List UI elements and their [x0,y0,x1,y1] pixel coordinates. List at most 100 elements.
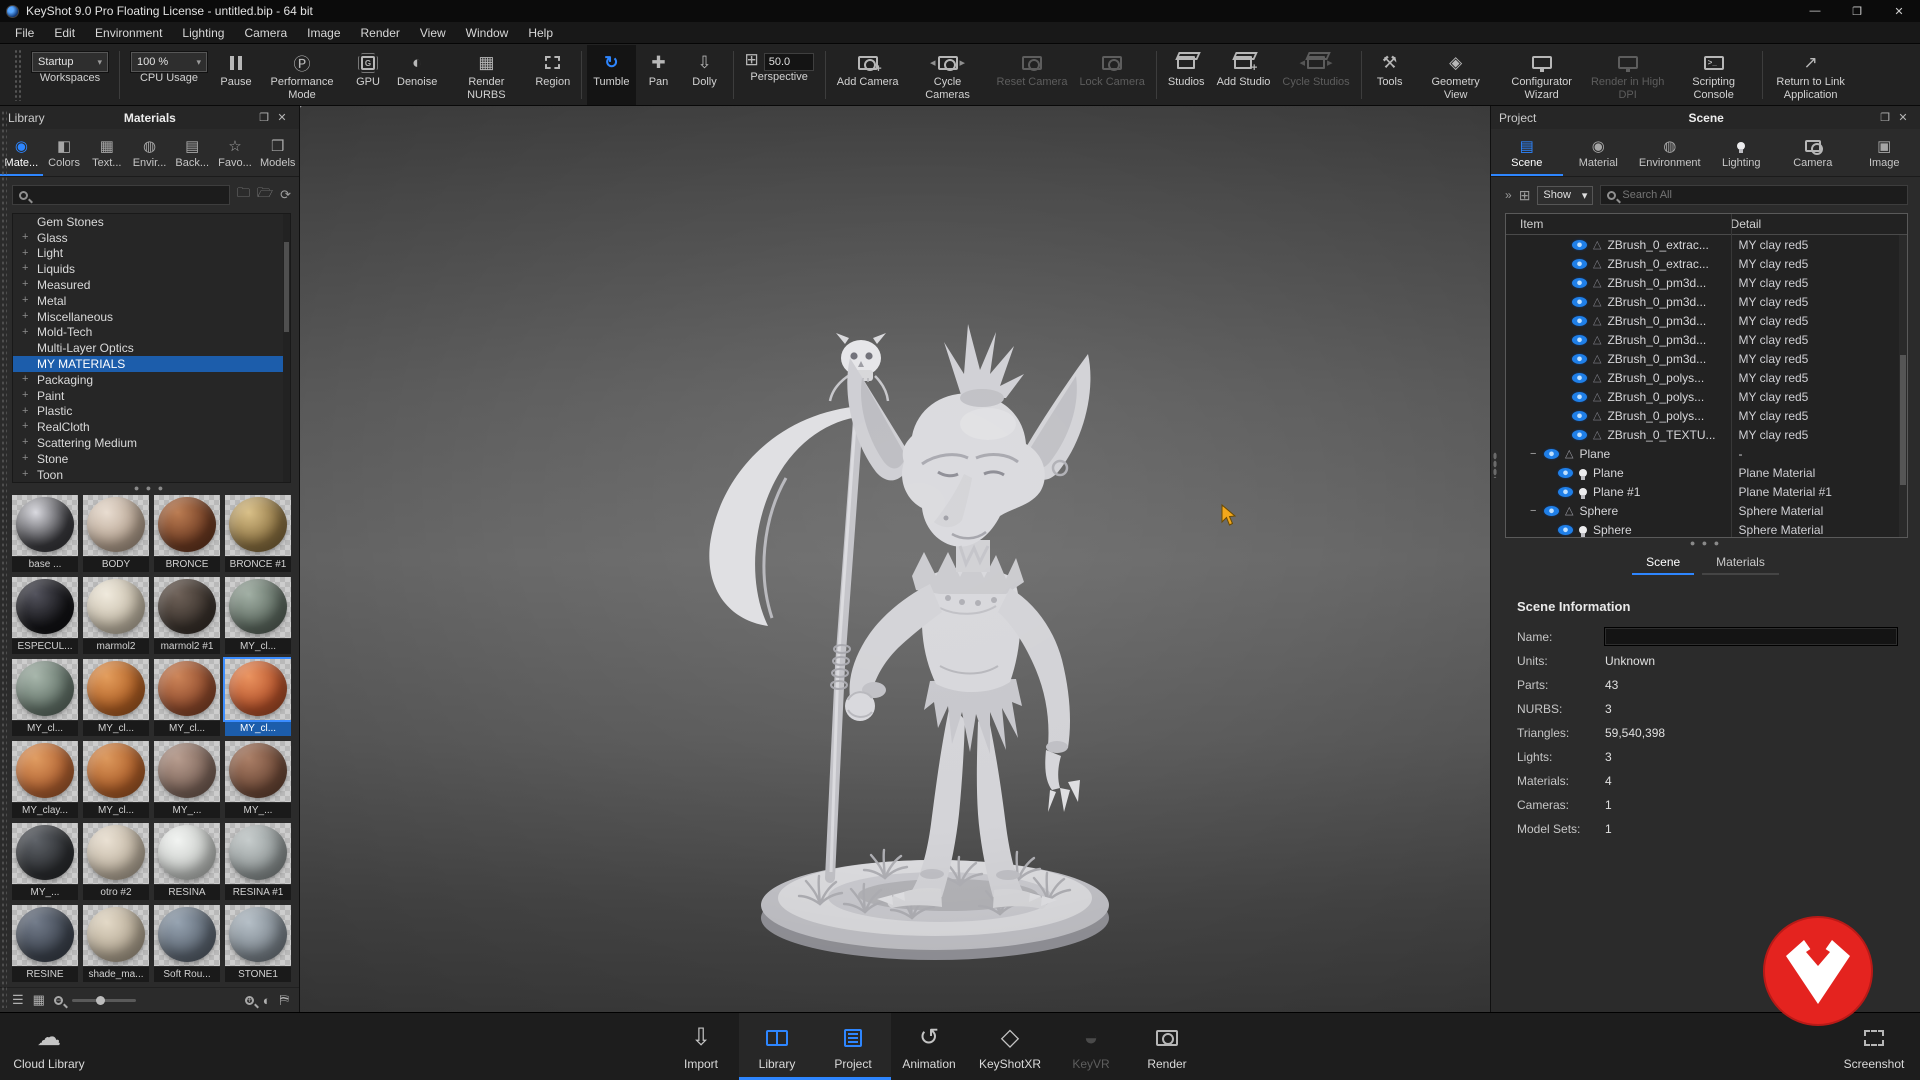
expand-plus-icon[interactable]: + [22,373,28,385]
expand-plus-icon[interactable]: + [22,468,28,480]
tab-lighting[interactable]: Lighting [1706,133,1778,176]
expand-plus-icon[interactable]: + [22,247,28,259]
material-swatch[interactable]: MY_... [225,738,291,820]
visibility-eye-icon[interactable] [1544,449,1559,459]
tab-materials[interactable]: ◉Mate... [0,133,43,176]
expand-plus-icon[interactable]: + [22,278,28,290]
reset-camera-button[interactable]: Reset Camera [991,45,1074,105]
configurator-wizard-button[interactable]: Configurator Wizard [1499,45,1585,105]
visibility-eye-icon[interactable] [1558,487,1573,497]
scene-tree-row[interactable]: △ ZBrush_0_TEXTU... MY clay red5 [1506,425,1907,444]
add-folder-icon[interactable]: 🗀 [237,184,250,206]
menu-lighting[interactable]: Lighting [172,26,234,40]
collapse-minus-icon[interactable]: − [1530,505,1540,517]
material-swatch[interactable]: MY_cl... [225,574,291,656]
close-panel-icon[interactable]: ✕ [1894,111,1912,124]
dock-cloud-library[interactable]: ☁ Cloud Library [6,1013,92,1080]
visibility-eye-icon[interactable] [1572,354,1587,364]
cpu-usage-dropdown[interactable]: 100 %▾ CPU Usage [125,45,213,105]
visibility-eye-icon[interactable] [1558,468,1573,478]
material-swatch[interactable]: MY_... [12,820,78,902]
visibility-eye-icon[interactable] [1572,297,1587,307]
tab-camera[interactable]: Camera [1777,133,1849,176]
tools-button[interactable]: ⚒ Tools [1367,45,1413,105]
library-category-row[interactable]: + Mold-Tech [13,325,290,341]
library-category-row[interactable]: + Miscellaneous [13,309,290,325]
tumble-button[interactable]: ↻ Tumble [587,45,635,105]
tab-environments[interactable]: ◍Envir... [128,133,171,176]
scene-tree-row[interactable]: − △ Plane #1 Plane Material #1 [1506,482,1907,501]
tab-models[interactable]: ❒Models [256,133,299,176]
material-swatch[interactable]: MY_cl... [154,656,220,738]
scene-tree-row[interactable]: △ ZBrush_0_pm3d... MY clay red5 [1506,311,1907,330]
maximize-button[interactable]: ❐ [1836,0,1878,22]
dock-render[interactable]: Render [1129,1013,1205,1080]
scene-tree-row[interactable]: △ ZBrush_0_pm3d... MY clay red5 [1506,349,1907,368]
material-swatch[interactable]: MY_cl... [83,656,149,738]
material-swatch[interactable]: Soft Rou... [154,902,220,984]
material-swatch[interactable]: shade_ma... [83,902,149,984]
expand-plus-icon[interactable]: + [22,262,28,274]
menu-camera[interactable]: Camera [234,26,297,40]
material-swatch[interactable]: MY_cl... [83,738,149,820]
float-panel-icon[interactable]: ❐ [1876,111,1894,124]
material-swatch[interactable]: RESINA #1 [225,820,291,902]
import-folder-icon[interactable]: 🗁 [257,184,273,206]
material-swatch[interactable]: MY_cl... [12,656,78,738]
library-category-row[interactable]: + Paint [13,388,290,404]
item-column-header[interactable]: Item [1506,217,1731,231]
material-swatch[interactable]: base ... [12,492,78,574]
visibility-eye-icon[interactable] [1572,411,1587,421]
return-link-button[interactable]: ↗ Return to Link Application [1768,45,1854,105]
visibility-eye-icon[interactable] [1572,259,1587,269]
scene-search-box[interactable] [1600,185,1908,205]
scene-tree-row[interactable]: △ ZBrush_0_polys... MY clay red5 [1506,368,1907,387]
slider-thumb[interactable] [96,996,105,1005]
visibility-eye-icon[interactable] [1572,240,1587,250]
library-category-row[interactable]: + Multi-Layer Optics [13,340,290,356]
tab-textures[interactable]: ▦Text... [85,133,128,176]
expand-plus-icon[interactable]: + [22,389,28,401]
scene-tree-row[interactable]: − △ Plane - [1506,444,1907,463]
scene-tree-row[interactable]: △ ZBrush_0_polys... MY clay red5 [1506,406,1907,425]
expand-plus-icon[interactable]: + [22,294,28,306]
library-category-row[interactable]: + Plastic [13,404,290,420]
visibility-eye-icon[interactable] [1572,392,1587,402]
scene-tree-row[interactable]: △ ZBrush_0_extrac... MY clay red5 [1506,235,1907,254]
visibility-eye-icon[interactable] [1558,525,1573,535]
render-nurbs-button[interactable]: ▦ Render NURBS [443,45,529,105]
visibility-eye-icon[interactable] [1572,335,1587,345]
library-category-row[interactable]: + Scattering Medium [13,435,290,451]
bottom-tab-materials[interactable]: Materials [1702,553,1779,575]
zoom-in-icon[interactable]: + [245,996,254,1005]
library-search-box[interactable] [12,185,230,205]
menu-environment[interactable]: Environment [85,26,172,40]
visibility-eye-icon[interactable] [1572,373,1587,383]
close-button[interactable]: ✕ [1878,0,1920,22]
library-category-row[interactable]: + Light [13,246,290,262]
tab-environment[interactable]: ◍Environment [1634,133,1706,176]
render-high-dpi-button[interactable]: Render in High DPI [1585,45,1671,105]
visibility-eye-icon[interactable] [1572,316,1587,326]
performance-mode-button[interactable]: Ⓟ Performance Mode [259,45,345,105]
material-swatch[interactable]: MY_cl... [225,656,291,738]
library-category-row[interactable]: + Glass [13,230,290,246]
thumbnail-size-slider[interactable] [72,999,136,1002]
workspaces-dropdown[interactable]: Startup▾ Workspaces [26,45,114,105]
material-swatch[interactable]: BRONCE [154,492,220,574]
dock-animation[interactable]: ↺ Animation [891,1013,967,1080]
panel-splitter-handle[interactable]: ● ● ● [0,483,299,492]
library-category-row[interactable]: + Measured [13,277,290,293]
tab-scene[interactable]: ▤Scene [1491,133,1563,176]
material-swatch[interactable]: MY_clay... [12,738,78,820]
realtime-3d-viewport[interactable] [300,106,1490,1012]
bottom-tab-scene[interactable]: Scene [1632,553,1694,575]
scripting-console-button[interactable]: >_ Scripting Console [1671,45,1757,105]
scene-tree-row[interactable]: − △ Sphere Sphere Material [1506,501,1907,520]
tab-material[interactable]: ◉Material [1563,133,1635,176]
region-button[interactable]: Region [529,45,576,105]
tab-backplates[interactable]: ▤Back... [171,133,214,176]
expand-plus-icon[interactable]: + [22,310,28,322]
detail-column-header[interactable]: Detail [1731,217,1762,231]
add-node-icon[interactable]: ⊞ [1519,187,1531,204]
